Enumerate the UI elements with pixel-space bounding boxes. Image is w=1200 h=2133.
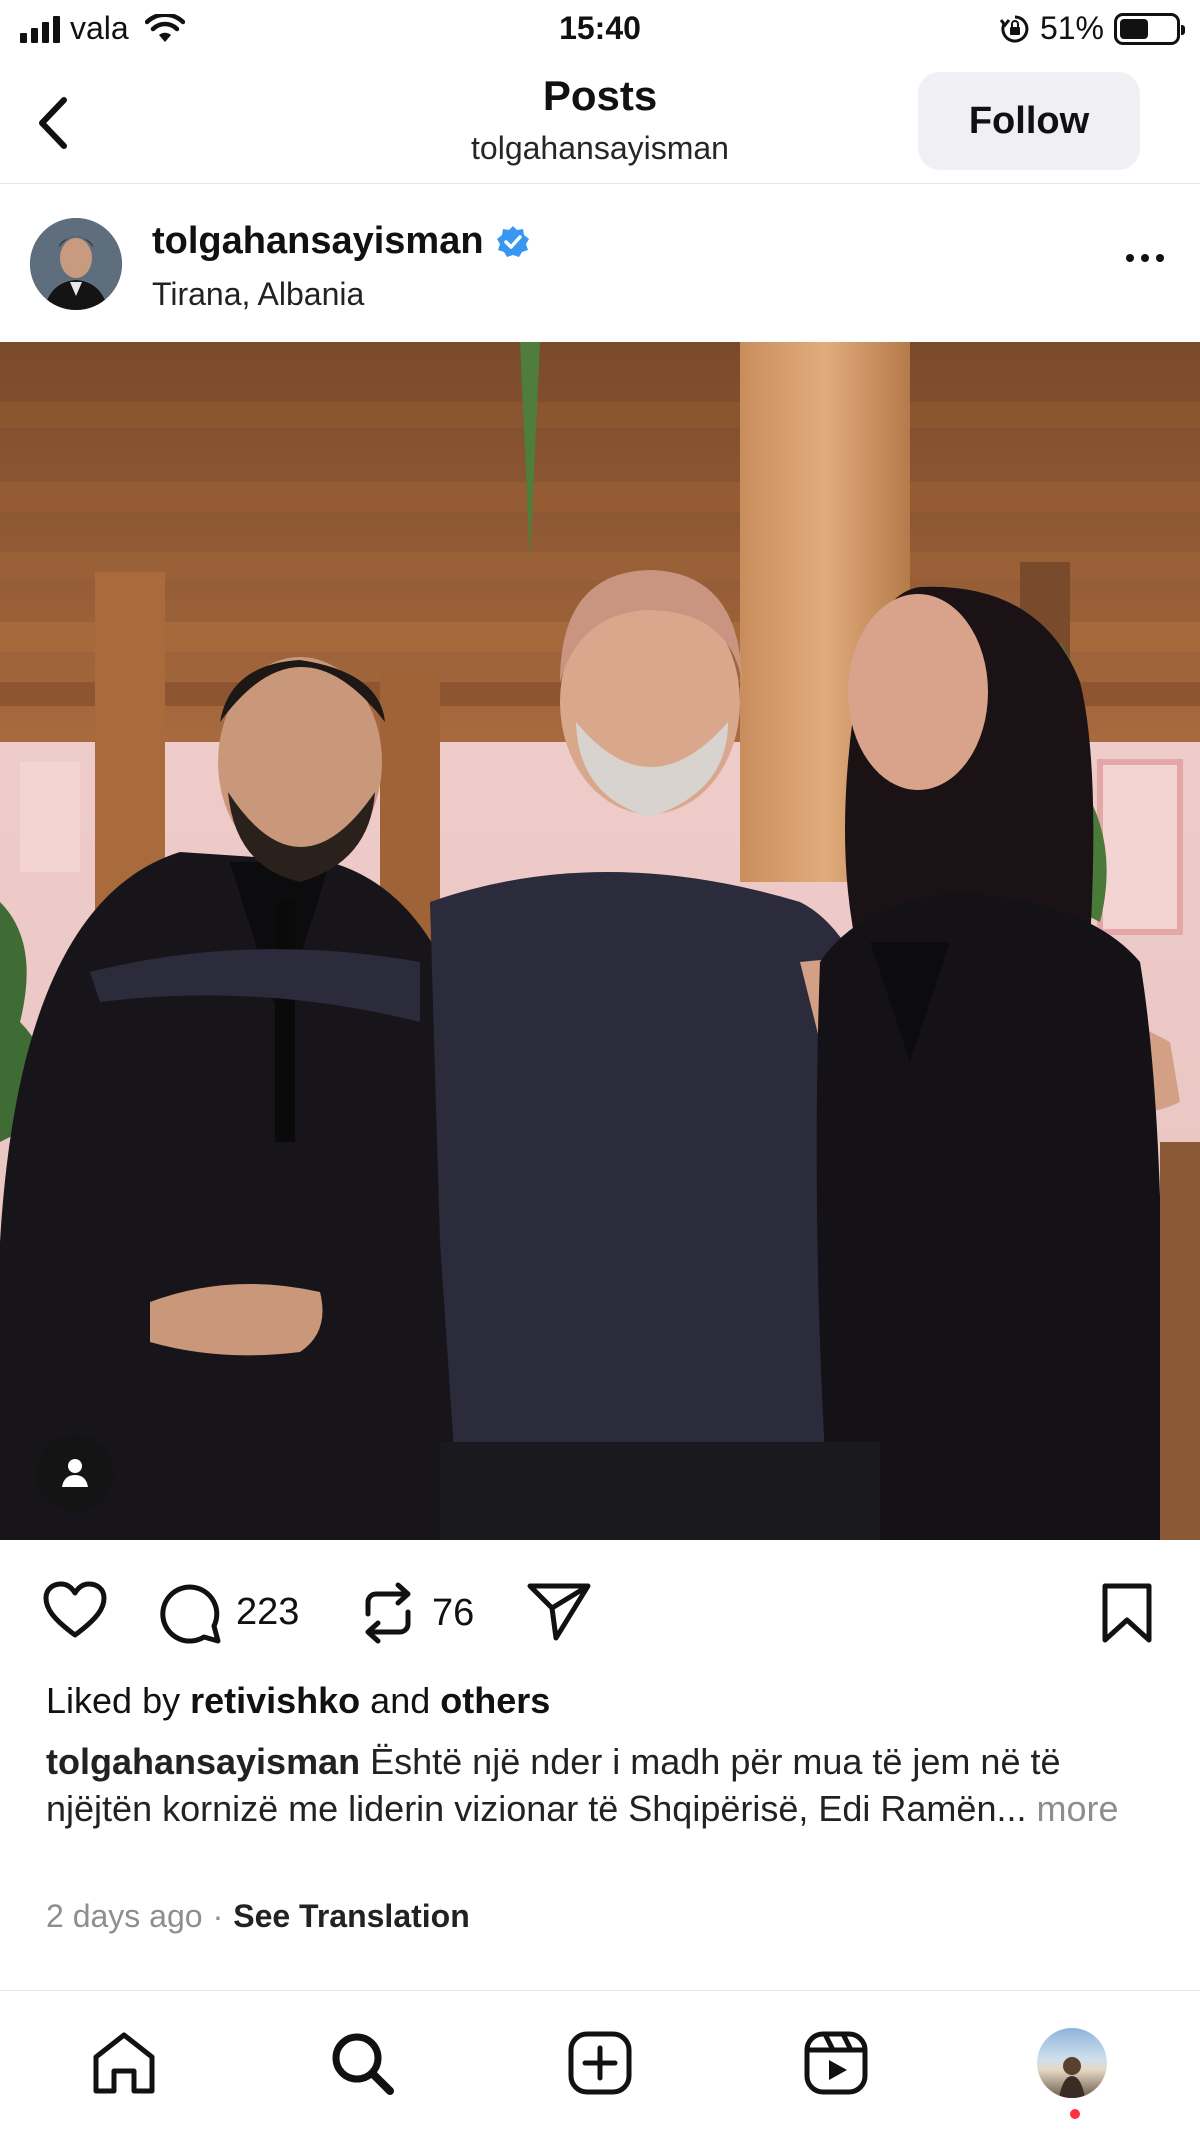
battery-percent: 51%	[1039, 10, 1104, 46]
comment-count: 223	[236, 1590, 300, 1633]
tab-reels[interactable]	[800, 2027, 872, 2099]
like-button[interactable]	[42, 1580, 108, 1640]
verified-badge-icon	[496, 225, 529, 257]
post-photo[interactable]	[0, 342, 1200, 1540]
profile-icon	[1037, 2028, 1107, 2098]
follow-button[interactable]: Follow	[918, 72, 1140, 170]
liked-by-others[interactable]: others	[440, 1680, 550, 1721]
liked-by-prefix: Liked by	[46, 1680, 191, 1721]
status-bar: vala 15:40 51%	[0, 0, 1200, 62]
action-bar: 223 76	[0, 1560, 1200, 1660]
notification-dot	[1070, 2109, 1080, 2119]
post-username[interactable]: tolgahansayisman	[152, 220, 484, 263]
avatar[interactable]	[30, 218, 122, 310]
search-icon	[332, 2033, 394, 2095]
photo-image	[0, 342, 1200, 1540]
caption-username[interactable]: tolgahansayisman	[46, 1741, 360, 1782]
caption-more-link[interactable]: more	[1037, 1788, 1119, 1829]
reels-icon	[804, 2031, 868, 2095]
post-caption: tolgahansayisman Është një nder i madh p…	[46, 1738, 1156, 1832]
avatar-image	[30, 218, 122, 310]
orientation-lock-icon	[999, 15, 1029, 42]
username-row: tolgahansayisman	[152, 220, 530, 263]
bottom-tab-bar	[0, 1990, 1200, 2133]
nav-header: Posts tolgahansayisman Follow	[0, 62, 1200, 184]
liked-by-middle: and	[360, 1680, 441, 1721]
see-translation-link[interactable]: See Translation	[233, 1898, 470, 1935]
profile-avatar-image	[1059, 2057, 1085, 2098]
more-options-button[interactable]	[1126, 254, 1164, 262]
photo-tag-button[interactable]	[36, 1434, 114, 1512]
liked-by-line[interactable]: Liked by retivishko and others	[46, 1680, 550, 1722]
ellipsis-icon	[1126, 254, 1134, 262]
person-icon	[62, 1459, 88, 1487]
post-meta: 2 days ago · See Translation	[46, 1898, 470, 1935]
status-right: 51%	[999, 10, 1185, 47]
tab-search[interactable]	[326, 2027, 398, 2099]
repost-icon	[365, 1582, 411, 1644]
tab-create[interactable]	[564, 2027, 636, 2099]
tab-profile[interactable]	[1036, 2027, 1108, 2099]
send-icon	[527, 1583, 591, 1641]
repost-count: 76	[432, 1591, 475, 1634]
liked-by-user[interactable]: retivishko	[190, 1680, 360, 1721]
battery-fill	[1120, 18, 1148, 39]
post-location[interactable]: Tirana, Albania	[152, 276, 364, 313]
repost-button[interactable]: 76	[358, 1580, 474, 1646]
comment-icon	[160, 1584, 221, 1644]
battery-icon	[1114, 12, 1185, 45]
share-button[interactable]	[526, 1580, 592, 1642]
create-icon	[568, 2031, 632, 2095]
meta-separator: ·	[212, 1898, 224, 1934]
comment-button[interactable]: 223	[158, 1580, 299, 1644]
heart-icon	[43, 1581, 107, 1638]
save-button[interactable]	[1100, 1582, 1154, 1649]
home-icon	[93, 2032, 155, 2094]
bookmark-icon	[1102, 1583, 1152, 1643]
post-timestamp: 2 days ago	[46, 1898, 203, 1934]
post-header: tolgahansayisman Tirana, Albania	[0, 184, 1200, 342]
tab-home[interactable]	[88, 2027, 160, 2099]
